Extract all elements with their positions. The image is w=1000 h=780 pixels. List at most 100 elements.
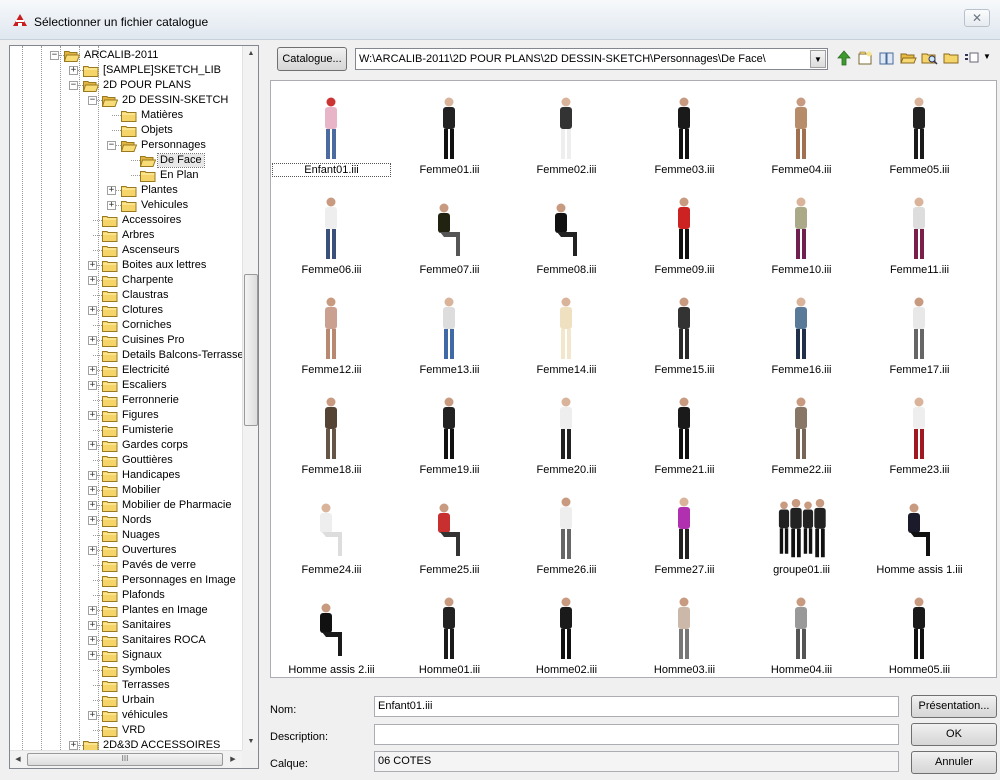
tree-item[interactable]: Accessoires <box>10 213 242 228</box>
expand-icon[interactable]: + <box>88 276 97 285</box>
cancel-button[interactable]: Annuler <box>911 751 997 774</box>
scroll-down-arrow[interactable]: ▼ <box>243 734 258 750</box>
catalogue-item[interactable]: Femme16.iii <box>743 289 860 389</box>
book-icon[interactable] <box>878 50 895 66</box>
expand-icon[interactable]: + <box>88 411 97 420</box>
tree-item[interactable]: + Mobilier <box>10 483 242 498</box>
tree-item[interactable]: + Electricité <box>10 363 242 378</box>
close-button[interactable]: ✕ <box>964 9 990 27</box>
tree-item[interactable]: + Sanitaires <box>10 618 242 633</box>
tree-item[interactable]: − Personnages <box>10 138 242 153</box>
collapse-icon[interactable]: − <box>107 141 116 150</box>
new-folder-icon[interactable] <box>857 50 874 66</box>
catalogue-item[interactable]: Femme23.iii <box>861 389 978 489</box>
tree-item[interactable]: En Plan <box>10 168 242 183</box>
collapse-icon[interactable]: − <box>88 96 97 105</box>
scroll-up-arrow[interactable]: ▲ <box>243 46 258 62</box>
tree-item[interactable]: + Gardes corps <box>10 438 242 453</box>
collapse-icon[interactable]: − <box>50 51 59 60</box>
tree-item[interactable]: Corniches <box>10 318 242 333</box>
catalogue-item[interactable]: Enfant01.iii <box>272 89 391 189</box>
tree-item[interactable]: Gouttières <box>10 453 242 468</box>
catalogue-item[interactable]: Homme05.iii <box>861 589 978 677</box>
catalogue-item[interactable]: Femme17.iii <box>861 289 978 389</box>
scroll-thumb-horizontal[interactable]: III <box>27 753 223 766</box>
expand-icon[interactable]: + <box>88 636 97 645</box>
expand-icon[interactable]: + <box>88 366 97 375</box>
scroll-left-arrow[interactable]: ◀ <box>10 751 26 768</box>
catalogue-item[interactable]: Homme assis 1.iii <box>861 489 978 589</box>
tree-item[interactable]: + Plantes en Image <box>10 603 242 618</box>
catalogue-thumbnail-grid[interactable]: Enfant01.iii Femme01.iii Femme02.iii Femme0… <box>270 80 997 678</box>
catalogue-item[interactable]: Femme01.iii <box>391 89 508 189</box>
tree-item[interactable]: + Vehicules <box>10 198 242 213</box>
tree-item[interactable]: − 2D POUR PLANS <box>10 78 242 93</box>
folder-icon[interactable] <box>943 50 960 66</box>
catalogue-item[interactable]: Femme08.iii <box>508 189 625 289</box>
expand-icon[interactable]: + <box>69 741 78 750</box>
tree-vertical-scrollbar[interactable]: ▲ ▼ <box>242 46 258 750</box>
catalogue-item[interactable]: Homme02.iii <box>508 589 625 677</box>
catalogue-item[interactable]: Femme14.iii <box>508 289 625 389</box>
catalogue-item[interactable]: Femme20.iii <box>508 389 625 489</box>
tree-item[interactable]: + Sanitaires ROCA <box>10 633 242 648</box>
tree-item[interactable]: + Nords <box>10 513 242 528</box>
catalogue-item[interactable]: Femme11.iii <box>861 189 978 289</box>
tree-item[interactable]: Ferronnerie <box>10 393 242 408</box>
catalogue-item[interactable]: Femme02.iii <box>508 89 625 189</box>
tree-item[interactable]: + Figures <box>10 408 242 423</box>
expand-icon[interactable]: + <box>107 186 116 195</box>
tree-item[interactable]: + Mobilier de Pharmacie <box>10 498 242 513</box>
path-combobox[interactable]: W:\ARCALIB-2011\2D POUR PLANS\2D DESSIN-… <box>355 48 828 70</box>
open-folder-icon[interactable] <box>900 50 917 66</box>
tree-item[interactable]: Symboles <box>10 663 242 678</box>
tree-horizontal-scrollbar[interactable]: ◀ III ▶ <box>10 750 242 768</box>
tree-item[interactable]: Personnages en Image <box>10 573 242 588</box>
expand-icon[interactable]: + <box>88 381 97 390</box>
tree-item[interactable]: + Cuisines Pro <box>10 333 242 348</box>
expand-icon[interactable]: + <box>88 546 97 555</box>
tree-item[interactable]: Fumisterie <box>10 423 242 438</box>
expand-icon[interactable]: + <box>88 621 97 630</box>
tree-item[interactable]: De Face <box>10 153 242 168</box>
catalogue-item[interactable]: Femme18.iii <box>273 389 390 489</box>
view-options-dropdown[interactable]: ▼ <box>983 52 991 61</box>
expand-icon[interactable]: + <box>107 201 116 210</box>
expand-icon[interactable]: + <box>88 261 97 270</box>
chevron-down-icon[interactable]: ▼ <box>810 50 826 68</box>
expand-icon[interactable]: + <box>88 486 97 495</box>
catalogue-item[interactable]: Femme07.iii <box>391 189 508 289</box>
tree-item[interactable]: Urbain <box>10 693 242 708</box>
expand-icon[interactable]: + <box>88 516 97 525</box>
presentation-button[interactable]: Présentation... <box>911 695 997 718</box>
tree-item[interactable]: + Escaliers <box>10 378 242 393</box>
tree-item[interactable]: − 2D DESSIN-SKETCH <box>10 93 242 108</box>
expand-icon[interactable]: + <box>88 336 97 345</box>
catalogue-item[interactable]: Homme01.iii <box>391 589 508 677</box>
catalogue-item[interactable]: Femme06.iii <box>273 189 390 289</box>
tree-item[interactable]: Arbres <box>10 228 242 243</box>
collapse-icon[interactable]: − <box>69 81 78 90</box>
catalogue-item[interactable]: Femme13.iii <box>391 289 508 389</box>
tree-item[interactable]: + Charpente <box>10 273 242 288</box>
catalogue-item[interactable]: Homme03.iii <box>626 589 743 677</box>
catalogue-item[interactable]: Femme15.iii <box>626 289 743 389</box>
catalogue-button[interactable]: Catalogue... <box>277 47 347 71</box>
tree-item[interactable]: Ascenseurs <box>10 243 242 258</box>
catalogue-item[interactable]: Femme24.iii <box>273 489 390 589</box>
catalogue-item[interactable]: Femme10.iii <box>743 189 860 289</box>
tree-item[interactable]: + Ouvertures <box>10 543 242 558</box>
tree-item[interactable]: Plafonds <box>10 588 242 603</box>
catalogue-item[interactable]: Femme03.iii <box>626 89 743 189</box>
tree-item[interactable]: + Clotures <box>10 303 242 318</box>
tree-item[interactable]: +2D&3D ACCESSOIRES <box>10 738 242 750</box>
expand-icon[interactable]: + <box>88 501 97 510</box>
catalogue-item[interactable]: Femme22.iii <box>743 389 860 489</box>
catalogue-item[interactable]: Femme19.iii <box>391 389 508 489</box>
tree-item[interactable]: Matières <box>10 108 242 123</box>
tree-item[interactable]: Details Balcons-Terrasse <box>10 348 242 363</box>
expand-icon[interactable]: + <box>88 711 97 720</box>
expand-icon[interactable]: + <box>88 606 97 615</box>
nom-field[interactable]: Enfant01.iii <box>374 696 899 717</box>
expand-icon[interactable]: + <box>88 651 97 660</box>
